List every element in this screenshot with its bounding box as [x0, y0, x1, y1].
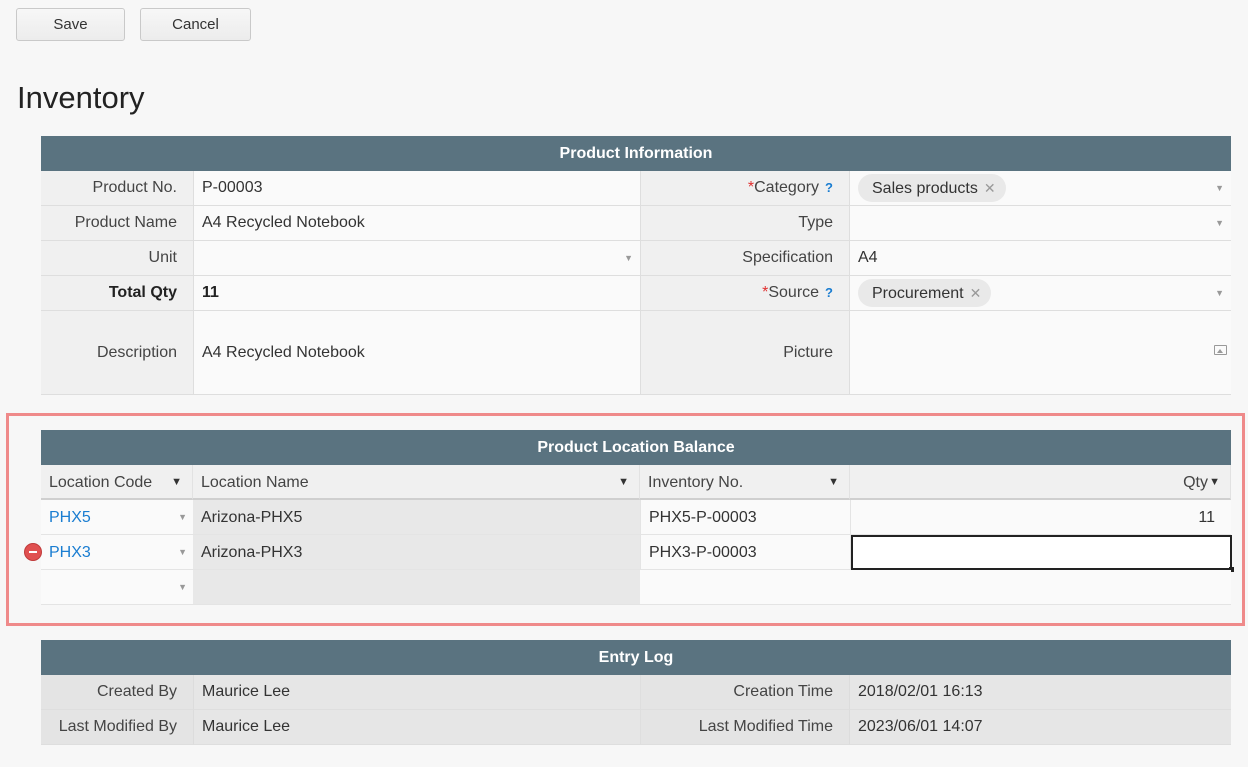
category-tag: Sales products ✕ [858, 174, 1006, 202]
dropdown-caret-icon[interactable]: ▼ [624, 241, 633, 275]
last-modified-by-label: Last Modified By [41, 710, 193, 745]
location-code-link[interactable]: PHX3 [49, 544, 91, 561]
category-label-text: Category [754, 179, 820, 196]
tag-remove-icon[interactable]: ✕ [984, 180, 996, 196]
source-tag-label: Procurement [872, 285, 964, 302]
location-code-link[interactable]: PHX5 [49, 509, 91, 526]
entry-log-section: Entry Log Created By Maurice Lee Creatio… [41, 640, 1231, 745]
inventory-no-cell: PHX5-P-00003 [640, 500, 850, 535]
unit-field[interactable]: ▼ [193, 241, 640, 276]
cancel-button[interactable]: Cancel [140, 8, 251, 41]
category-field[interactable]: Sales products ✕ ▼ [849, 171, 1231, 206]
last-modified-time-label: Last Modified Time [640, 710, 849, 745]
picture-icon[interactable] [1214, 345, 1227, 355]
column-location-name[interactable]: Location Name ▼ [193, 465, 640, 500]
specification-field[interactable]: A4 [849, 241, 1231, 276]
location-name-cell: Arizona-PHX3 [193, 535, 640, 570]
product-name-field[interactable]: A4 Recycled Notebook [193, 206, 640, 241]
help-icon[interactable]: ? [825, 180, 833, 195]
save-button[interactable]: Save [16, 8, 125, 41]
last-modified-by-value: Maurice Lee [193, 710, 640, 745]
sort-dropdown-icon[interactable]: ▼ [618, 465, 629, 500]
product-name-label: Product Name [41, 206, 193, 241]
product-information-header: Product Information [41, 136, 1231, 171]
inventory-no-cell: PHX3-P-00003 [640, 535, 850, 570]
table-row: PHX3 ▼ Arizona-PHX3 PHX3-P-00003 [41, 535, 1234, 572]
location-name-cell: Arizona-PHX5 [193, 500, 640, 535]
product-no-field[interactable]: P-00003 [193, 171, 640, 206]
sort-dropdown-icon[interactable]: ▼ [828, 465, 839, 500]
location-code-cell[interactable]: PHX5 ▼ [41, 500, 193, 535]
picture-field[interactable] [849, 311, 1231, 395]
help-icon[interactable]: ? [825, 285, 833, 300]
table-row-empty: ▼ [41, 570, 1231, 605]
specification-label: Specification [640, 241, 849, 276]
qty-cell[interactable] [850, 570, 1231, 605]
qty-cell[interactable] [850, 535, 1234, 572]
location-balance-header: Product Location Balance [41, 430, 1231, 465]
column-location-name-label: Location Name [201, 474, 309, 491]
creation-time-label: Creation Time [640, 675, 849, 710]
inventory-no-cell [640, 570, 850, 605]
last-modified-time-value: 2023/06/01 14:07 [849, 710, 1231, 745]
source-label-text: Source [768, 284, 820, 301]
column-inventory-no-label: Inventory No. [648, 474, 744, 491]
category-tag-label: Sales products [872, 180, 978, 197]
location-name-cell [193, 570, 640, 605]
category-label: *Category? [640, 171, 849, 206]
created-by-label: Created By [41, 675, 193, 710]
creation-time-value: 2018/02/01 16:13 [849, 675, 1231, 710]
description-label: Description [41, 311, 193, 395]
column-qty[interactable]: Qty ▼ [850, 465, 1231, 500]
location-balance-columns: Location Code ▼ Location Name ▼ Inventory … [41, 465, 1231, 500]
tag-remove-icon[interactable]: ✕ [970, 285, 982, 301]
type-label: Type [640, 206, 849, 241]
column-location-code-label: Location Code [49, 474, 153, 491]
entry-log-header: Entry Log [41, 640, 1231, 675]
sort-dropdown-icon[interactable]: ▼ [1209, 465, 1220, 500]
source-tag: Procurement ✕ [858, 279, 992, 307]
dropdown-caret-icon[interactable]: ▼ [178, 500, 187, 535]
dropdown-caret-icon[interactable]: ▼ [1215, 206, 1224, 240]
remove-row-icon[interactable] [24, 543, 42, 561]
location-code-cell[interactable]: PHX3 ▼ [41, 535, 193, 570]
created-by-value: Maurice Lee [193, 675, 640, 710]
dropdown-caret-icon[interactable]: ▼ [1215, 276, 1224, 310]
product-no-label: Product No. [41, 171, 193, 206]
picture-label: Picture [640, 311, 849, 395]
source-label: *Source? [640, 276, 849, 311]
dropdown-caret-icon[interactable]: ▼ [1215, 171, 1224, 205]
column-qty-label: Qty [1183, 474, 1208, 491]
unit-label: Unit [41, 241, 193, 276]
location-code-cell[interactable]: ▼ [41, 570, 193, 605]
page-title: Inventory [17, 80, 145, 115]
dropdown-caret-icon[interactable]: ▼ [178, 570, 187, 605]
qty-input[interactable] [851, 535, 1234, 572]
sort-dropdown-icon[interactable]: ▼ [171, 465, 182, 500]
dropdown-caret-icon[interactable]: ▼ [178, 535, 187, 570]
column-inventory-no[interactable]: Inventory No. ▼ [640, 465, 850, 500]
description-field[interactable]: A4 Recycled Notebook [193, 311, 640, 395]
qty-cell[interactable]: 11 [850, 500, 1231, 535]
column-location-code[interactable]: Location Code ▼ [41, 465, 193, 500]
type-field[interactable]: ▼ [849, 206, 1231, 241]
location-balance-section: Product Location Balance Location Code ▼ … [41, 430, 1234, 605]
total-qty-value: 11 [193, 276, 640, 311]
table-row: PHX5 ▼ Arizona-PHX5 PHX5-P-00003 11 [41, 500, 1231, 535]
source-field[interactable]: Procurement ✕ ▼ [849, 276, 1231, 311]
total-qty-label: Total Qty [41, 276, 193, 311]
product-information-section: Product Information Product No. P-00003 … [41, 136, 1231, 395]
